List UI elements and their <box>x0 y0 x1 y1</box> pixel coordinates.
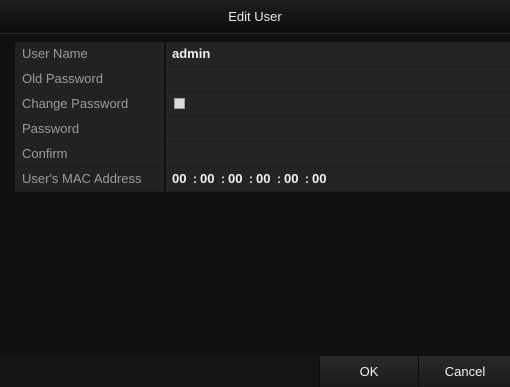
dialog-title: Edit User <box>0 0 510 34</box>
confirm-field[interactable] <box>166 142 510 166</box>
ok-button[interactable]: OK <box>319 356 418 387</box>
old-password-field[interactable] <box>166 67 510 91</box>
mac-separator: : <box>276 171 282 186</box>
password-row: Password <box>15 117 510 142</box>
mac-segment-6[interactable]: 00 <box>312 167 330 191</box>
change-password-label: Change Password <box>15 92 164 116</box>
user-form: User Name admin Old Password Change Pass… <box>15 42 510 192</box>
change-password-checkbox[interactable] <box>174 98 185 109</box>
mac-separator: : <box>248 171 254 186</box>
dialog-footer: OK Cancel <box>0 356 510 387</box>
change-password-row: Change Password <box>15 92 510 117</box>
mac-segment-4[interactable]: 00 <box>256 167 274 191</box>
cancel-button[interactable]: Cancel <box>418 356 510 387</box>
user-name-field[interactable]: admin <box>166 42 510 66</box>
mac-separator: : <box>220 171 226 186</box>
user-name-row: User Name admin <box>15 42 510 67</box>
mac-segment-1[interactable]: 00 <box>172 167 190 191</box>
mac-segment-5[interactable]: 00 <box>284 167 302 191</box>
mac-address-value: 00:00:00:00:00:00 <box>172 167 330 191</box>
confirm-row: Confirm <box>15 142 510 167</box>
mac-separator: : <box>192 171 198 186</box>
old-password-label: Old Password <box>15 67 164 91</box>
user-name-label: User Name <box>15 42 164 66</box>
edit-user-dialog: Edit User User Name admin Old Password C… <box>0 0 510 387</box>
confirm-label: Confirm <box>15 142 164 166</box>
change-password-cell <box>166 92 510 116</box>
mac-address-row: User's MAC Address 00:00:00:00:00:00 <box>15 167 510 192</box>
mac-address-label: User's MAC Address <box>15 167 164 191</box>
password-field[interactable] <box>166 117 510 141</box>
mac-address-field[interactable]: 00:00:00:00:00:00 <box>166 167 510 191</box>
mac-segment-2[interactable]: 00 <box>200 167 218 191</box>
mac-segment-3[interactable]: 00 <box>228 167 246 191</box>
password-label: Password <box>15 117 164 141</box>
mac-separator: : <box>304 171 310 186</box>
old-password-row: Old Password <box>15 67 510 92</box>
